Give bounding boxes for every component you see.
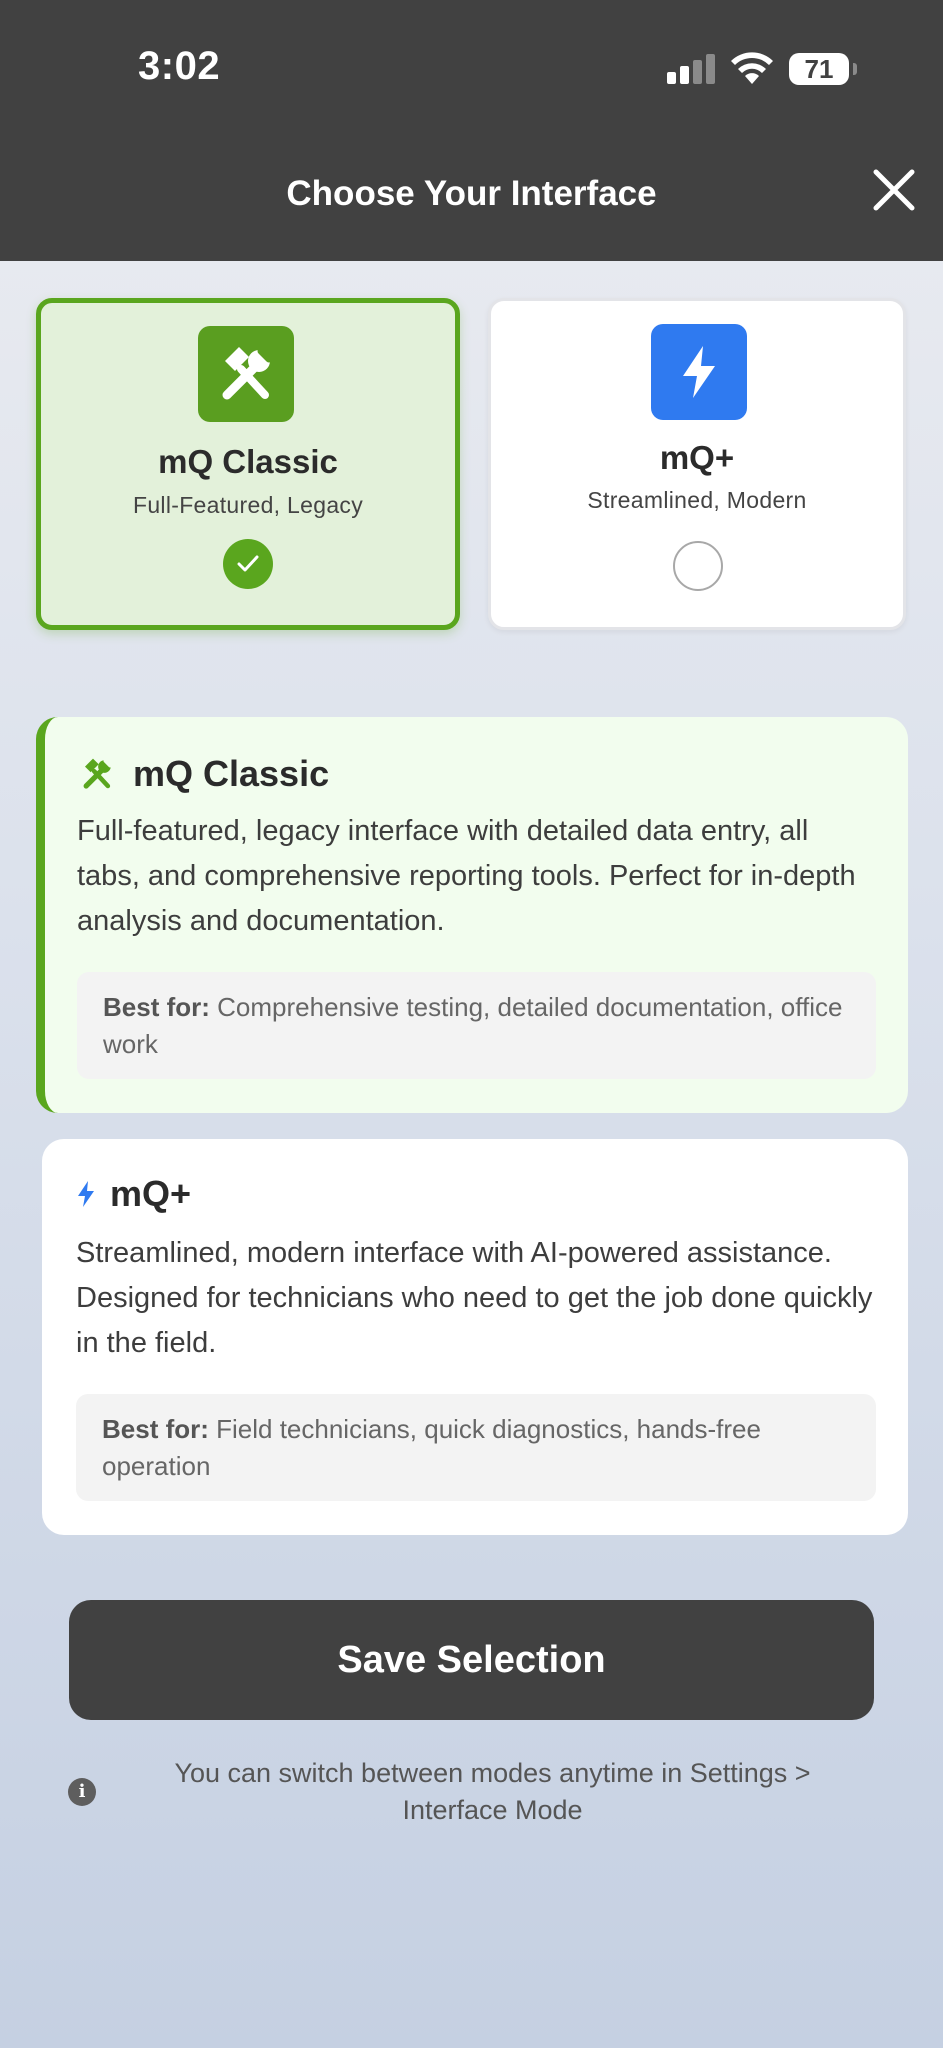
page-title: Choose Your Interface	[286, 174, 657, 213]
lightning-bolt-icon	[651, 324, 747, 420]
status-time: 3:02	[138, 44, 221, 88]
option-name-plus: mQ+	[659, 439, 735, 476]
best-for-text-classic: Comprehensive testing, detailed document…	[103, 992, 843, 1059]
option-name-classic: mQ Classic	[158, 443, 338, 480]
wifi-icon	[731, 52, 773, 84]
best-for-label: Best for:	[103, 992, 210, 1022]
description-body-classic: Full-featured, legacy interface with det…	[77, 815, 856, 937]
battery-indicator: 71	[789, 53, 857, 85]
best-for-label: Best for:	[102, 1414, 209, 1444]
option-subtitle-classic: Full-Featured, Legacy	[132, 492, 364, 518]
option-subtitle-plus: Streamlined, Modern	[587, 487, 807, 513]
cellular-signal-icon	[667, 54, 715, 84]
radio-button-plus[interactable]	[673, 541, 723, 591]
description-body-plus: Streamlined, modern interface with AI-po…	[76, 1237, 873, 1359]
option-card-classic[interactable]: mQ Classic Full-Featured, Legacy	[36, 298, 460, 630]
best-for-box-classic: Best for: Comprehensive testing, detaile…	[77, 972, 876, 1079]
info-icon: i	[68, 1778, 96, 1806]
info-note: You can switch between modes anytime in …	[174, 1758, 811, 1825]
description-card-plus: mQ+ Streamlined, modern interface with A…	[42, 1139, 908, 1535]
description-header-classic: mQ Classic	[77, 753, 329, 795]
tools-icon	[83, 758, 113, 789]
tools-icon	[198, 326, 294, 422]
description-title-classic: mQ Classic	[133, 753, 330, 794]
lightning-bolt-icon	[78, 1181, 94, 1207]
description-header-plus: mQ+	[76, 1173, 191, 1215]
check-icon	[223, 539, 273, 589]
description-title-plus: mQ+	[110, 1173, 192, 1214]
best-for-box-plus: Best for: Field technicians, quick diagn…	[76, 1394, 876, 1501]
option-card-plus[interactable]: mQ+ Streamlined, Modern	[488, 298, 906, 630]
save-selection-button[interactable]: Save Selection	[69, 1600, 874, 1720]
top-header: 3:02 71 Choose Your Interface	[0, 0, 943, 261]
description-card-classic: mQ Classic Full-featured, legacy interfa…	[36, 717, 908, 1113]
close-icon[interactable]	[870, 166, 918, 214]
